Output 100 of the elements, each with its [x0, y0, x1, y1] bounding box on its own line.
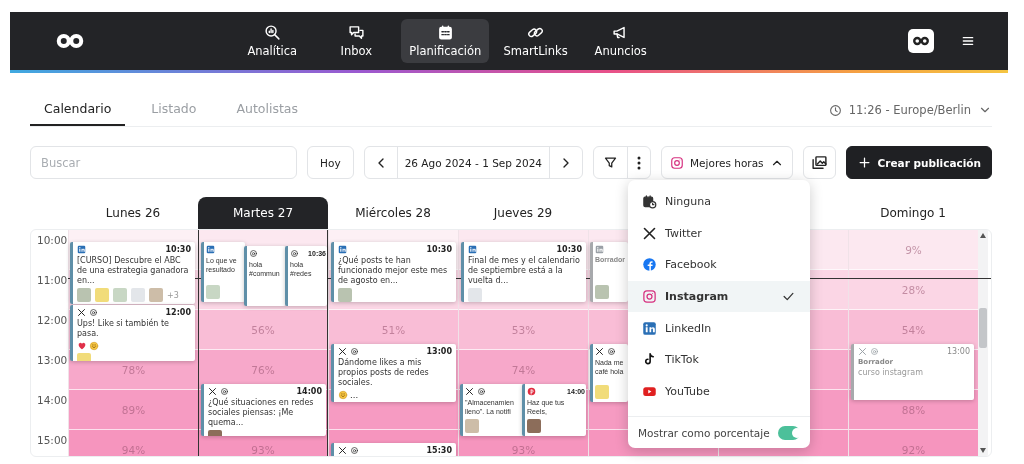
- day-header[interactable]: Miércoles 28: [328, 197, 458, 229]
- search-field[interactable]: Buscar: [30, 146, 298, 179]
- platform-option[interactable]: TikTok: [628, 343, 810, 376]
- best-hours-dropdown[interactable]: Mejores horas: [661, 146, 793, 179]
- post-time: 14:00: [296, 387, 322, 396]
- platform-option[interactable]: Twitter: [628, 217, 810, 250]
- hour-label: 15:00: [37, 434, 68, 446]
- photo-placeholder: [113, 288, 127, 302]
- x-icon: [338, 446, 347, 455]
- pinterest-icon: [527, 387, 536, 396]
- images-icon: [810, 154, 828, 171]
- post-card[interactable]: 13:00 Dándome likes a mis propios posts de redes sociales. ...: [331, 344, 456, 402]
- day-header[interactable]: Lunes 26: [68, 197, 198, 229]
- nav-item[interactable]: Inbox: [317, 19, 396, 63]
- nav-item[interactable]: SmartLinks: [495, 19, 576, 63]
- threads-icon: [350, 446, 359, 455]
- x-icon: [858, 347, 867, 356]
- photo-placeholder: [527, 419, 541, 433]
- photo-placeholder: [595, 385, 609, 399]
- percentage-label: 9%: [905, 243, 922, 256]
- hour-label: 12:00: [37, 314, 68, 326]
- instagram-icon: [642, 289, 657, 305]
- x-icon: [595, 347, 604, 356]
- create-post-button[interactable]: Crear publicación: [845, 146, 992, 179]
- scroll-down-icon[interactable]: [980, 448, 986, 453]
- post-card[interactable]: 10:30 [CURSO] Descubre el ABC de una estrategia ganadora en... +3: [70, 242, 195, 304]
- photo-placeholder: [131, 288, 145, 302]
- photo-placeholder: [95, 288, 109, 302]
- platform-option[interactable]: Instagram: [628, 280, 810, 313]
- scrollbar-thumb[interactable]: [979, 308, 987, 348]
- post-time: 10:30: [165, 245, 191, 254]
- threads-icon: [477, 387, 486, 396]
- photo-placeholder: [595, 285, 609, 299]
- more-icon: [637, 155, 642, 170]
- post-time: 10:30: [556, 245, 582, 254]
- x-icon: [77, 308, 86, 317]
- timezone-selector[interactable]: 11:26 - Europe/Berlin: [848, 103, 971, 117]
- threads-icon: [249, 249, 258, 258]
- calendar-icon: [436, 24, 454, 41]
- hour-label: 10:00: [37, 234, 68, 246]
- linkedin-icon: [468, 245, 477, 254]
- selected-day-header[interactable]: Martes 27: [198, 197, 328, 229]
- platform-option[interactable]: Facebook: [628, 249, 810, 281]
- nav-item[interactable]: Anuncios: [581, 19, 660, 63]
- hour-label: 11:00: [37, 274, 68, 286]
- threads-icon: [220, 387, 229, 396]
- nav-item[interactable]: Planificación: [401, 19, 490, 63]
- hour-label: 13:00: [37, 354, 68, 366]
- smiley-icon: [89, 341, 99, 351]
- post-text: curso instagram: [858, 368, 924, 378]
- scroll-up-icon[interactable]: [980, 233, 986, 238]
- media-button[interactable]: [802, 146, 836, 179]
- x-icon: [465, 387, 474, 396]
- percentage-toggle[interactable]: [777, 426, 800, 441]
- photo-placeholder: [465, 419, 479, 433]
- post-time: 10:30: [426, 245, 452, 254]
- nav-item[interactable]: Analítica: [233, 19, 312, 63]
- x-icon: [338, 347, 347, 356]
- chat-bubbles-icon: [347, 24, 365, 41]
- platform-option[interactable]: YouTube: [628, 375, 810, 408]
- post-card[interactable]: 10:30 Final de mes y el calendario de septiembre está a la vuelta d...: [461, 242, 586, 302]
- linkedin-icon: [206, 245, 215, 254]
- linkedin-icon: [595, 245, 604, 254]
- threads-icon: [89, 308, 98, 317]
- x-icon: [642, 225, 657, 241]
- threads-icon: [607, 347, 616, 356]
- clock-icon: [828, 103, 842, 117]
- percentage-label: 28%: [901, 283, 926, 296]
- percentage-label: 51%: [381, 323, 406, 336]
- threads-icon: [290, 249, 299, 258]
- toggle-label: Mostrar como porcentaje: [638, 427, 770, 440]
- platform-option[interactable]: Ninguna: [628, 186, 810, 218]
- post-time: 15:30: [426, 446, 452, 455]
- post-text: ¿Qué situaciones en redes sociales piensas: ¡Me quema...: [208, 398, 315, 428]
- percentage-label: 54%: [901, 323, 926, 336]
- day-header[interactable]: Domingo 1: [848, 197, 978, 229]
- platform-option[interactable]: LinkedIn: [628, 312, 810, 344]
- post-card[interactable]: 15:30: [331, 443, 456, 456]
- photo-placeholder: [149, 288, 163, 302]
- heart-icon: [77, 341, 87, 351]
- threads-icon: [870, 347, 879, 356]
- post-time: 13:00: [426, 347, 452, 356]
- post-text: Dándome likes a mis propios posts de redes sociales.: [338, 358, 430, 388]
- view-tab[interactable]: Calendario: [30, 101, 126, 126]
- post-text: Ups! Like si también te pasa.: [77, 319, 170, 339]
- magnifier-chart-icon: [263, 24, 281, 41]
- post-time: 12:00: [165, 308, 191, 317]
- today-button[interactable]: Hoy: [307, 146, 354, 179]
- post-card[interactable]: 12:00 Ups! Like si también te pasa.: [70, 305, 195, 361]
- photo-placeholder: [77, 288, 91, 302]
- day-header[interactable]: Jueves 29: [458, 197, 588, 229]
- more-images-count: +3: [167, 290, 179, 300]
- ellipsis-text: ...: [350, 390, 359, 400]
- facebook-icon: [642, 257, 657, 273]
- post-card[interactable]: 10:30 ¿Qué posts te han funcionado mejor este mes de agosto en...: [331, 242, 456, 302]
- calendar-clock-icon: [642, 194, 657, 210]
- scrollbar[interactable]: [978, 230, 988, 456]
- photo-placeholder: [206, 285, 220, 299]
- avatar[interactable]: [908, 29, 934, 53]
- post-card[interactable]: 14:00 ¿Qué situaciones en redes sociales piensas: ¡Me quema...: [201, 384, 326, 436]
